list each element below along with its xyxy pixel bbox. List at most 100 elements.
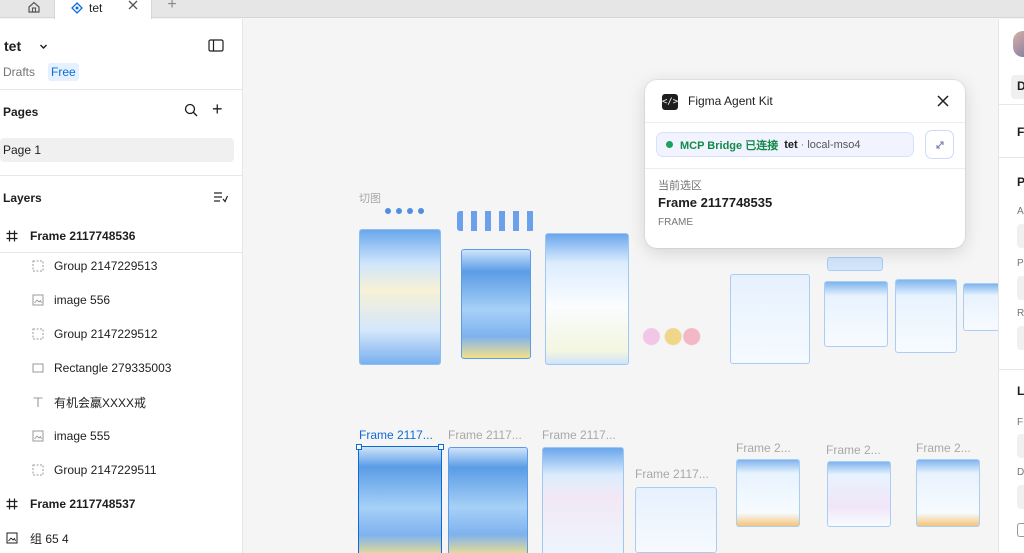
artwork-card[interactable]: [736, 459, 800, 527]
tab-bar: tet +: [0, 0, 1024, 19]
plugin-dialog: </> Figma Agent Kit MCP Bridge 已连接 tet ·…: [645, 80, 965, 248]
artwork-frame[interactable]: [448, 447, 528, 553]
layer-name: 组 65 4: [30, 531, 69, 546]
frame-label[interactable]: Frame 2117...: [542, 428, 616, 442]
drafts-label[interactable]: Drafts: [3, 65, 35, 79]
frame-label-selected[interactable]: Frame 2117...: [359, 428, 433, 442]
frame-icon: [5, 497, 19, 511]
panel-input[interactable]: [1017, 224, 1024, 248]
artwork-frame[interactable]: [545, 233, 629, 365]
plugin-header: </> Figma Agent Kit: [645, 80, 965, 123]
panel-section-label: P: [1017, 175, 1024, 189]
artwork-frame[interactable]: [542, 447, 624, 553]
panel-field-label: R: [1017, 308, 1024, 319]
divider: [0, 89, 242, 90]
group-icon: [31, 463, 45, 477]
panel-input[interactable]: [1017, 276, 1024, 300]
layer-name: Group 2147229513: [54, 259, 158, 273]
panel-toggle-icon[interactable]: [208, 39, 224, 52]
selection-name: Frame 2117748535: [658, 195, 773, 210]
avatar[interactable]: [1013, 31, 1024, 57]
layer-name: Frame 2117748536: [30, 229, 136, 243]
layer-name: Frame 2117748537: [30, 497, 136, 511]
layer-name: Group 2147229511: [54, 463, 157, 477]
artwork-frame-selected[interactable]: [358, 446, 442, 553]
checkbox[interactable]: [1017, 523, 1024, 537]
artwork-icons: [457, 211, 535, 231]
layer-item-text[interactable]: 有机会羸XXXX戒: [0, 387, 242, 417]
layer-name: Group 2147229512: [54, 327, 158, 341]
layer-name: 有机会羸XXXX戒: [54, 395, 147, 410]
bridge-label: MCP Bridge 已连接: [680, 139, 779, 152]
artwork-badges: [639, 319, 701, 363]
plan-badge: Free: [48, 63, 79, 81]
selection-handle[interactable]: [438, 444, 444, 450]
group-icon: [31, 259, 45, 273]
environment-name: local-mso4: [807, 138, 861, 151]
pages-heading: Pages: [3, 105, 39, 119]
panel-field-label: D: [1017, 467, 1024, 478]
expand-button[interactable]: [925, 130, 954, 159]
artwork-card[interactable]: [963, 283, 998, 331]
frame-icon: [5, 229, 19, 243]
image-icon: [31, 293, 45, 307]
home-icon: [28, 1, 40, 13]
file-tab-active[interactable]: tet: [54, 0, 152, 19]
divider: [999, 157, 1024, 158]
frame-label[interactable]: Frame 2...: [826, 443, 881, 457]
frame-label[interactable]: Frame 2...: [736, 441, 791, 455]
divider: [999, 104, 1024, 105]
layer-item-frame[interactable]: Frame 2117748537: [0, 489, 242, 519]
layer-item-image[interactable]: image 556: [0, 285, 242, 315]
rectangle-icon: [31, 361, 45, 375]
frame-label[interactable]: Frame 2117...: [448, 428, 522, 442]
artwork-list[interactable]: [730, 274, 810, 364]
artwork-card[interactable]: [824, 281, 888, 347]
frame-label[interactable]: Frame 2117...: [635, 467, 709, 481]
selection-handle[interactable]: [356, 444, 362, 450]
left-sidebar: tet Drafts Free Pages + Page 1 Layers Fr…: [0, 19, 243, 553]
file-name-menu[interactable]: tet: [4, 38, 48, 54]
close-icon[interactable]: [936, 94, 950, 108]
artwork-card[interactable]: [895, 279, 957, 353]
artwork-frame[interactable]: [461, 249, 531, 359]
panel-input[interactable]: [1017, 485, 1024, 509]
expand-icon: [935, 140, 944, 149]
panel-tab-label[interactable]: D: [1017, 79, 1024, 93]
artwork-card[interactable]: [827, 461, 891, 527]
search-icon[interactable]: [184, 103, 198, 117]
layer-item-group[interactable]: Group 2147229511: [0, 455, 242, 485]
layer-item-image[interactable]: 组 65 4: [0, 523, 242, 553]
artwork-card[interactable]: [916, 459, 980, 527]
plugin-title: Figma Agent Kit: [688, 94, 773, 108]
new-tab-button[interactable]: +: [162, 0, 182, 15]
artwork-list[interactable]: [635, 487, 717, 553]
image-icon: [5, 531, 19, 545]
add-page-button[interactable]: +: [212, 100, 223, 118]
panel-section-label: L: [1017, 384, 1024, 398]
close-tab-icon[interactable]: [127, 0, 139, 11]
layer-item-rectangle[interactable]: Rectangle 279335003: [0, 353, 242, 383]
divider: [0, 175, 242, 176]
file-name: tet: [4, 38, 22, 54]
artwork-dots: [385, 208, 424, 214]
layer-item-group[interactable]: Group 2147229512: [0, 319, 242, 349]
page-item[interactable]: Page 1: [0, 138, 234, 162]
code-icon: </>: [662, 94, 678, 110]
sort-list-icon[interactable]: [213, 191, 228, 204]
panel-input[interactable]: [1017, 434, 1024, 458]
layer-item-image[interactable]: image 555: [0, 421, 242, 451]
home-tab[interactable]: [16, 0, 52, 18]
panel-field-label: P: [1017, 258, 1024, 269]
layer-item-group[interactable]: Group 2147229513: [0, 251, 242, 281]
panel-section-label: F: [1017, 125, 1024, 139]
project-name: tet: [784, 138, 798, 151]
frame-label[interactable]: Frame 2...: [916, 441, 971, 455]
selection-type: FRAME: [658, 217, 693, 228]
chevron-down-icon: [40, 44, 48, 49]
artwork-frame[interactable]: [359, 229, 441, 365]
selection-heading: 当前选区: [658, 180, 702, 192]
panel-input[interactable]: [1017, 326, 1024, 350]
layer-item-frame[interactable]: Frame 2117748536: [0, 221, 242, 251]
layers-heading: Layers: [3, 191, 42, 205]
